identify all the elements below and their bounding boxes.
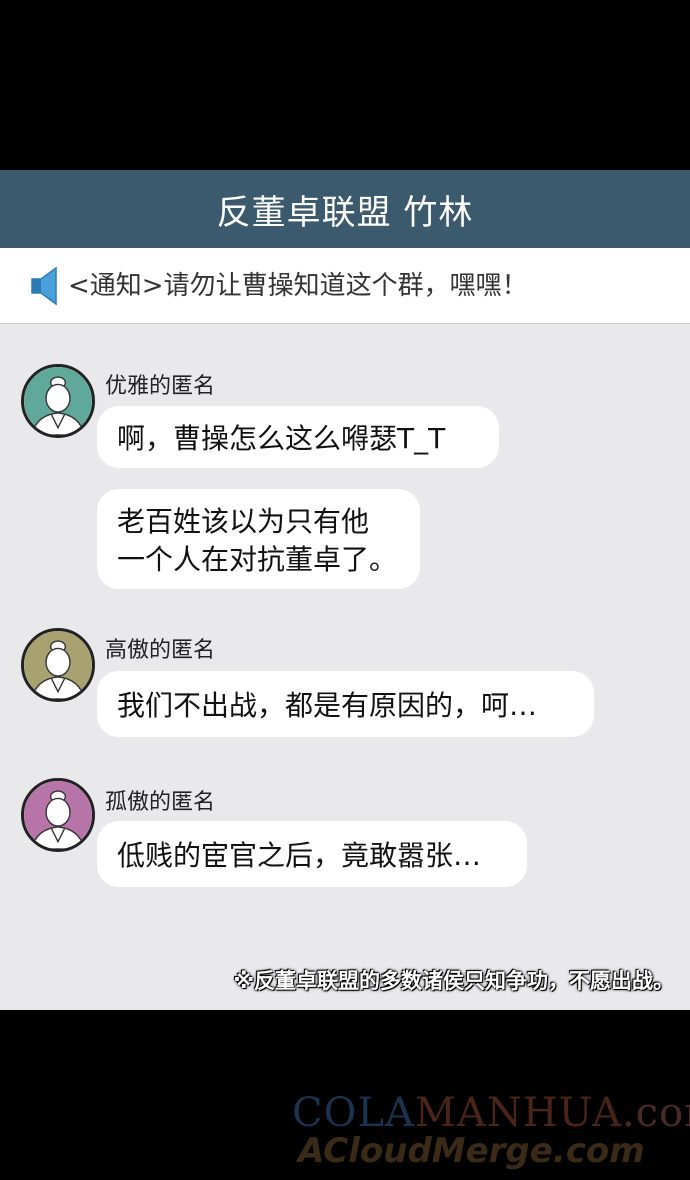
- sender-name: 高傲的匿名: [105, 638, 216, 663]
- avatar[interactable]: [21, 778, 95, 852]
- message-bubble[interactable]: 我们不出战，都是有原因的，呵…: [97, 671, 594, 737]
- message-bubble[interactable]: 低贱的宦官之后，竟敢嚣张…: [97, 821, 527, 887]
- message-text: 一个人在对抗董卓了。: [117, 543, 398, 576]
- footnote-caption: ※反董卓联盟的多数诸侯只知争功，不愿出战。: [233, 969, 674, 993]
- speaker-icon: [30, 266, 62, 306]
- sender-name: 孤傲的匿名: [105, 790, 216, 815]
- message-text: 低贱的宦官之后，竟敢嚣张…: [117, 839, 482, 872]
- message-text: 我们不出战，都是有原因的，呵…: [117, 689, 538, 722]
- notice-text: <通知>请勿让曹操知道这个群，嘿嘿！: [68, 271, 528, 301]
- message-bubble[interactable]: 啊，曹操怎么这么嘚瑟T_T: [97, 406, 499, 468]
- message-text: 老百姓该以为只有他: [117, 505, 370, 538]
- group-notice[interactable]: <通知>请勿让曹操知道这个群，嘿嘿！: [0, 248, 690, 324]
- message-text: 啊，曹操怎么这么嘚瑟T_T: [117, 422, 446, 455]
- message-bubble[interactable]: 老百姓该以为只有他 一个人在对抗董卓了。: [97, 489, 420, 589]
- watermark-logo: COLAMANHUA.com: [292, 1090, 690, 1136]
- chat-title: 反董卓联盟 竹林: [0, 170, 690, 248]
- chat-area: 优雅的匿名 啊，曹操怎么这么嘚瑟T_T 老百姓该以为只有他 一个人在对抗董卓了。…: [0, 324, 690, 1010]
- sender-name: 优雅的匿名: [105, 374, 216, 399]
- avatar[interactable]: [21, 364, 95, 438]
- avatar[interactable]: [21, 628, 95, 702]
- watermark-text: ACloudMerge.com: [298, 1131, 645, 1171]
